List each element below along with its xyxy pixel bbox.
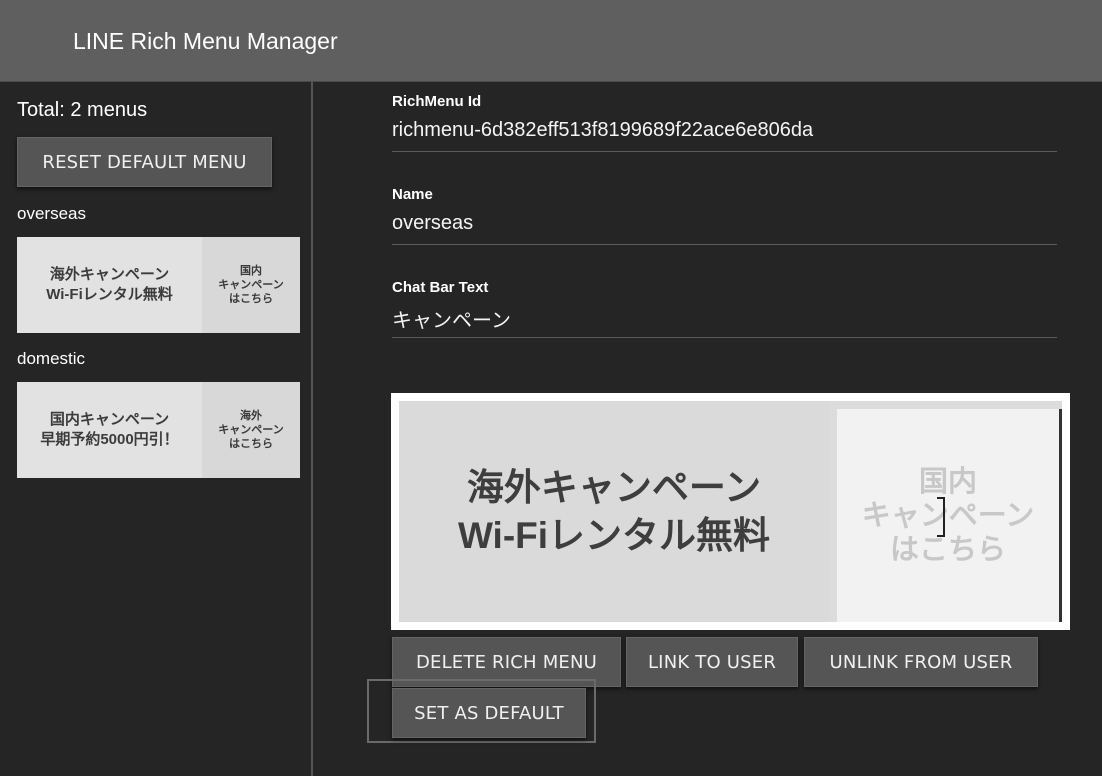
unlink-from-user-button[interactable]: UNLINK FROM USER	[804, 637, 1038, 687]
rich-menu-preview: 海外キャンペーン Wi-Fiレンタル無料 国内 キャンペーン はこちら	[391, 393, 1070, 630]
menu-name-overseas: overseas	[17, 204, 86, 223]
field-divider	[392, 244, 1057, 245]
top-app-bar: LINE Rich Menu Manager	[0, 0, 1102, 82]
menu-thumbnail-overseas[interactable]: 海外キャンペーン Wi-Fiレンタル無料 国内 キャンペーン はこちら	[17, 237, 300, 333]
thumbnail-main-area: 国内キャンペーン 早期予約5000円引！	[17, 382, 202, 478]
preview-main-area[interactable]: 海外キャンペーン Wi-Fiレンタル無料	[399, 401, 829, 622]
chat-bar-text-label: Chat Bar Text	[392, 279, 489, 296]
sidebar: Total: 2 menus RESET DEFAULT MENU overse…	[0, 82, 313, 776]
reset-default-menu-button[interactable]: RESET DEFAULT MENU	[17, 137, 272, 187]
field-divider	[392, 151, 1057, 152]
thumbnail-main-area: 海外キャンペーン Wi-Fiレンタル無料	[17, 237, 202, 333]
chat-bar-text-value: キャンペーン	[392, 310, 511, 332]
menu-count-text: Total: 2 menus	[17, 99, 148, 121]
thumbnail-side-area: 国内 キャンペーン はこちら	[202, 237, 300, 333]
app-title: LINE Rich Menu Manager	[73, 28, 338, 54]
menu-name-domestic: domestic	[17, 349, 86, 368]
preview-side-area[interactable]: 国内 キャンペーン はこちら	[837, 409, 1062, 622]
name-value: overseas	[392, 212, 474, 234]
richmenu-id-label: RichMenu Id	[392, 93, 482, 110]
set-as-default-button[interactable]: SET AS DEFAULT	[392, 688, 586, 738]
richmenu-id-value: richmenu-6d382eff513f8199689f22ace6e806d…	[392, 119, 814, 141]
text-cursor-icon	[937, 497, 945, 537]
preview-side-text: 国内 キャンペーン はこちら	[861, 465, 1035, 566]
link-to-user-button[interactable]: LINK TO USER	[626, 637, 798, 687]
thumbnail-side-area: 海外 キャンペーン はこちら	[202, 382, 300, 478]
field-divider	[392, 337, 1057, 338]
name-label: Name	[392, 186, 433, 203]
menu-thumbnail-domestic[interactable]: 国内キャンペーン 早期予約5000円引！ 海外 キャンペーン はこちら	[17, 382, 300, 478]
